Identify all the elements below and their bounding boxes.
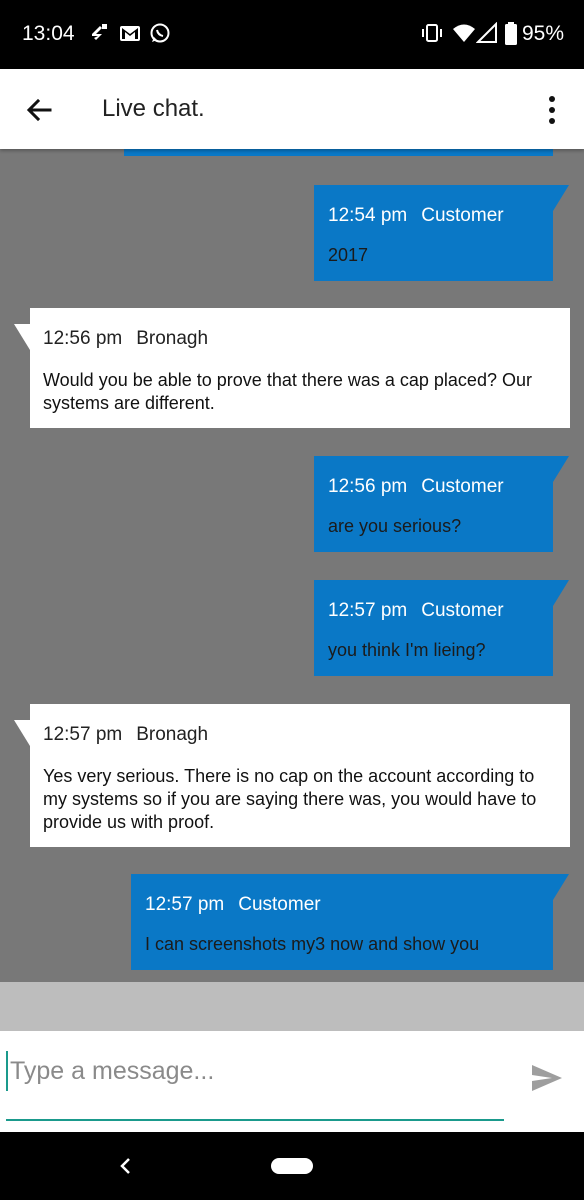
send-icon[interactable] (530, 1061, 564, 1095)
status-time: 13:04 (22, 22, 75, 45)
bubble-tail (553, 874, 569, 900)
battery-icon (505, 22, 517, 45)
message-bubble-outgoing[interactable]: 12:57 pm Customer you think I'm lieing? (314, 580, 569, 676)
message-sender: Customer (421, 600, 504, 621)
wifi-icon (453, 24, 475, 42)
usb-debug-icon (92, 24, 107, 40)
nav-back-icon[interactable] (118, 1156, 134, 1176)
bubble-tail (553, 456, 569, 482)
whatsapp-icon (150, 23, 170, 43)
message-text: Would you be able to prove that there wa… (43, 370, 532, 413)
message-text: are you serious? (328, 516, 462, 536)
message-time: 12:57 pm (328, 600, 408, 621)
message-meta: 12:56 pm Bronagh (43, 328, 208, 350)
message-text: 2017 (328, 245, 369, 265)
message-meta: 12:57 pm Customer (328, 600, 504, 622)
message-meta: 12:57 pm Customer (145, 894, 321, 916)
message-bubble-outgoing[interactable]: 12:56 pm Customer are you serious? (314, 456, 569, 552)
message-bubble-outgoing[interactable]: 12:57 pm Customer I can screenshots my3 n… (131, 874, 569, 970)
message-sender: Customer (421, 205, 504, 226)
previous-message-bubble (124, 149, 553, 156)
message-input[interactable] (6, 1051, 510, 1091)
input-underline (6, 1119, 504, 1121)
message-meta: 12:54 pm Customer (328, 205, 504, 227)
arrow-left-icon[interactable] (22, 93, 56, 127)
message-meta: 12:57 pm Bronagh (43, 724, 208, 746)
bubble-tail (14, 324, 30, 350)
message-sender: Bronagh (136, 328, 209, 349)
message-time: 12:56 pm (43, 328, 123, 349)
message-meta: 12:56 pm Customer (328, 476, 504, 498)
message-composer (0, 1031, 584, 1132)
gmail-icon (120, 26, 140, 41)
message-time: 12:56 pm (328, 476, 408, 497)
app-bar: Live chat. (0, 69, 584, 149)
chat-message-list[interactable]: 12:54 pm Customer 2017 12:56 pm Bronagh Wo… (0, 149, 584, 982)
page-title: Live chat. (102, 95, 205, 122)
battery-percent: 95% (522, 22, 565, 45)
bubble-tail (14, 720, 30, 746)
message-bubble-incoming[interactable]: 12:57 pm Bronagh Yes very serious. There … (14, 704, 570, 847)
bubble-tail (553, 580, 569, 606)
message-bubble-outgoing[interactable]: 12:54 pm Customer 2017 (314, 185, 569, 281)
status-bar: 13:04 95% (0, 0, 584, 69)
system-nav-bar (0, 1132, 584, 1200)
message-time: 12:57 pm (145, 894, 225, 915)
bubble-tail (553, 185, 569, 211)
message-text: I can screenshots my3 now and show you (145, 934, 480, 954)
signal-icon (476, 22, 497, 43)
message-text: Yes very serious. There is no cap on the… (43, 766, 537, 832)
message-text: you think I'm lieing? (328, 640, 486, 660)
message-sender: Customer (421, 476, 504, 497)
message-bubble-incoming[interactable]: 12:56 pm Bronagh Would you be able to pro… (14, 308, 570, 428)
composer-divider (0, 982, 584, 1031)
home-pill-icon[interactable] (271, 1158, 313, 1174)
message-sender: Bronagh (136, 724, 209, 745)
vibrate-icon (422, 24, 442, 42)
message-time: 12:54 pm (328, 205, 408, 226)
message-time: 12:57 pm (43, 724, 123, 745)
more-vert-icon[interactable] (540, 93, 564, 127)
message-sender: Customer (238, 894, 321, 915)
